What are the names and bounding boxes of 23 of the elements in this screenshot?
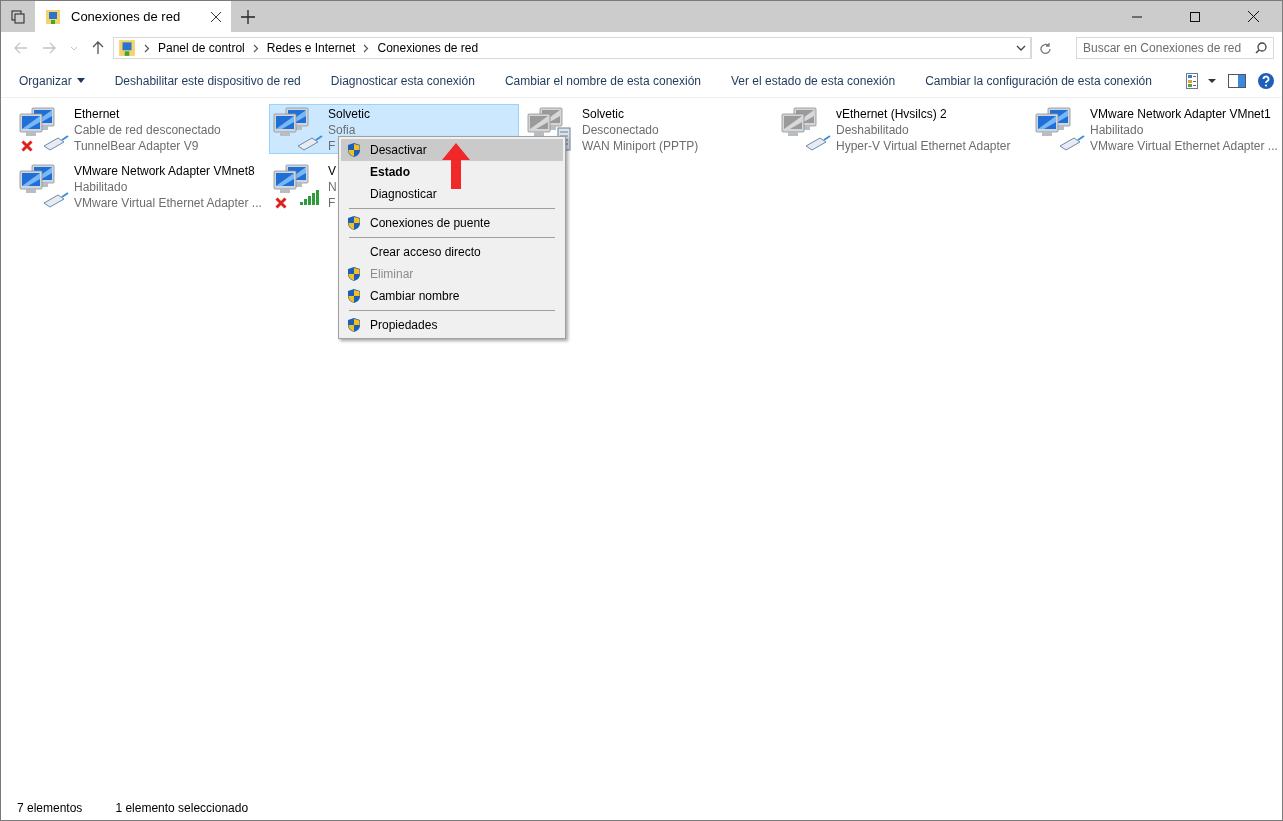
adapter-name: F bbox=[328, 138, 336, 154]
connection-status: Habilitado bbox=[1090, 122, 1144, 138]
connection-status: Habilitado bbox=[74, 179, 128, 195]
connection-status: Sofia bbox=[328, 122, 356, 138]
connection-name: Solvetic bbox=[582, 106, 625, 122]
adapter-name: F bbox=[328, 195, 336, 211]
connection-name: V bbox=[328, 163, 336, 179]
connection-status: Cable de red desconectado bbox=[74, 122, 221, 138]
status-text: 1 elemento seleccionado bbox=[115, 801, 249, 815]
adapter-name: VMware Virtual Ethernet Adapter ... bbox=[1090, 138, 1278, 154]
connection-status: Desconectado bbox=[582, 122, 659, 138]
adapter-name: WAN Miniport (PPTP) bbox=[582, 138, 699, 154]
status-text: 7 elementos bbox=[17, 801, 83, 815]
connection-name: VMware Network Adapter VMnet1 bbox=[1090, 106, 1271, 122]
connection-name: Solvetic bbox=[328, 106, 371, 122]
adapter-name: VMware Virtual Ethernet Adapter ... bbox=[74, 195, 262, 211]
adapter-name: Hyper-V Virtual Ethernet Adapter bbox=[836, 138, 1011, 154]
connection-status: Deshabilitado bbox=[836, 122, 909, 138]
connection-name: Ethernet bbox=[74, 106, 120, 122]
connection-name: vEthernet (Hvsilcs) 2 bbox=[836, 106, 947, 122]
connection-name: VMware Network Adapter VMnet8 bbox=[74, 163, 255, 179]
connection-status: N bbox=[328, 179, 337, 195]
adapter-name: TunnelBear Adapter V9 bbox=[74, 138, 199, 154]
